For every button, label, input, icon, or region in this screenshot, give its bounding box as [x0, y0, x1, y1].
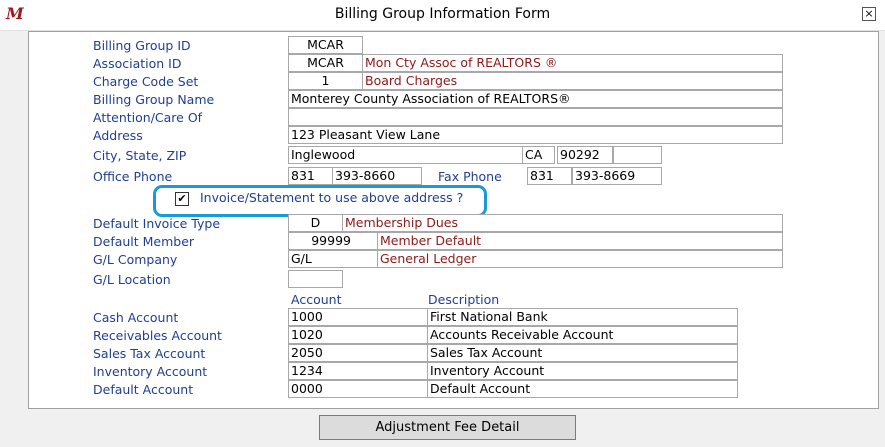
- inventory-account-field[interactable]: 1234: [288, 362, 428, 380]
- city-state-zip-label: City, State, ZIP: [93, 148, 187, 163]
- billing-group-name-label: Billing Group Name: [93, 92, 215, 107]
- attention-label: Attention/Care Of: [93, 110, 203, 125]
- use-address-checkbox-label[interactable]: Invoice/Statement to use above address ?: [200, 190, 463, 205]
- default-member-label: Default Member: [93, 234, 195, 249]
- inventory-account-label: Inventory Account: [93, 364, 208, 379]
- gl-company-description: General Ledger: [377, 250, 783, 268]
- association-id-field[interactable]: MCAR: [288, 54, 363, 72]
- close-button[interactable]: ×: [862, 7, 876, 21]
- inventory-account-description: Inventory Account: [427, 362, 738, 380]
- office-phone-number-field[interactable]: 393-8660: [332, 167, 422, 185]
- city-field[interactable]: Inglewood: [288, 146, 523, 164]
- gl-company-label: G/L Company: [93, 252, 178, 267]
- address-field[interactable]: 123 Pleasant View Lane: [288, 126, 783, 144]
- default-invoice-type-label: Default Invoice Type: [93, 216, 221, 231]
- invoice-type-description: Membership Dues: [342, 214, 783, 232]
- billing-group-id-field[interactable]: MCAR: [288, 36, 363, 54]
- billing-group-id-label: Billing Group ID: [93, 38, 191, 53]
- window-title: Billing Group Information Form: [334, 6, 551, 22]
- default-account-label: Default Account: [93, 382, 194, 397]
- cash-account-description: First National Bank: [427, 308, 738, 326]
- attention-field[interactable]: [288, 108, 783, 126]
- title-bar: M Billing Group Information Form ×: [0, 0, 885, 31]
- charge-code-description: Board Charges: [362, 72, 783, 90]
- default-member-description: Member Default: [377, 232, 783, 250]
- sales-tax-account-field[interactable]: 2050: [288, 344, 428, 362]
- fax-phone-number-field[interactable]: 393-8669: [572, 167, 662, 185]
- billing-group-name-field[interactable]: Monterey County Association of REALTORS®: [288, 90, 783, 108]
- address-label: Address: [93, 128, 143, 143]
- receivables-account-description: Accounts Receivable Account: [427, 326, 738, 344]
- zip-extension-field[interactable]: [613, 146, 662, 164]
- charge-code-set-field[interactable]: 1: [288, 72, 363, 90]
- receivables-account-label: Receivables Account: [93, 328, 222, 343]
- default-account-description: Default Account: [427, 380, 738, 398]
- sales-tax-account-label: Sales Tax Account: [93, 346, 206, 361]
- cash-account-field[interactable]: 1000: [288, 308, 428, 326]
- state-field[interactable]: CA: [522, 146, 555, 164]
- description-column-header: Description: [428, 292, 500, 307]
- office-phone-area-field[interactable]: 831: [288, 167, 333, 185]
- adjustment-fee-detail-button[interactable]: Adjustment Fee Detail: [319, 415, 576, 440]
- office-phone-label: Office Phone: [93, 169, 173, 184]
- gl-location-label: G/L Location: [93, 272, 171, 287]
- sales-tax-account-description: Sales Tax Account: [427, 344, 738, 362]
- use-address-checkbox[interactable]: ✔: [175, 192, 189, 206]
- fax-phone-label: Fax Phone: [438, 169, 502, 184]
- association-description: Mon Cty Assoc of REALTORS ®: [362, 54, 783, 72]
- cash-account-label: Cash Account: [93, 310, 179, 325]
- default-account-field[interactable]: 0000: [288, 380, 428, 398]
- invoice-type-field[interactable]: D: [288, 214, 343, 232]
- fax-phone-area-field[interactable]: 831: [527, 167, 572, 185]
- association-id-label: Association ID: [93, 56, 182, 71]
- gl-location-field[interactable]: [288, 270, 343, 288]
- receivables-account-field[interactable]: 1020: [288, 326, 428, 344]
- charge-code-set-label: Charge Code Set: [93, 74, 199, 89]
- default-member-field[interactable]: 99999: [288, 232, 378, 250]
- account-column-header: Account: [291, 292, 342, 307]
- zip-field[interactable]: 90292: [557, 146, 613, 164]
- gl-company-field[interactable]: G/L: [288, 250, 378, 268]
